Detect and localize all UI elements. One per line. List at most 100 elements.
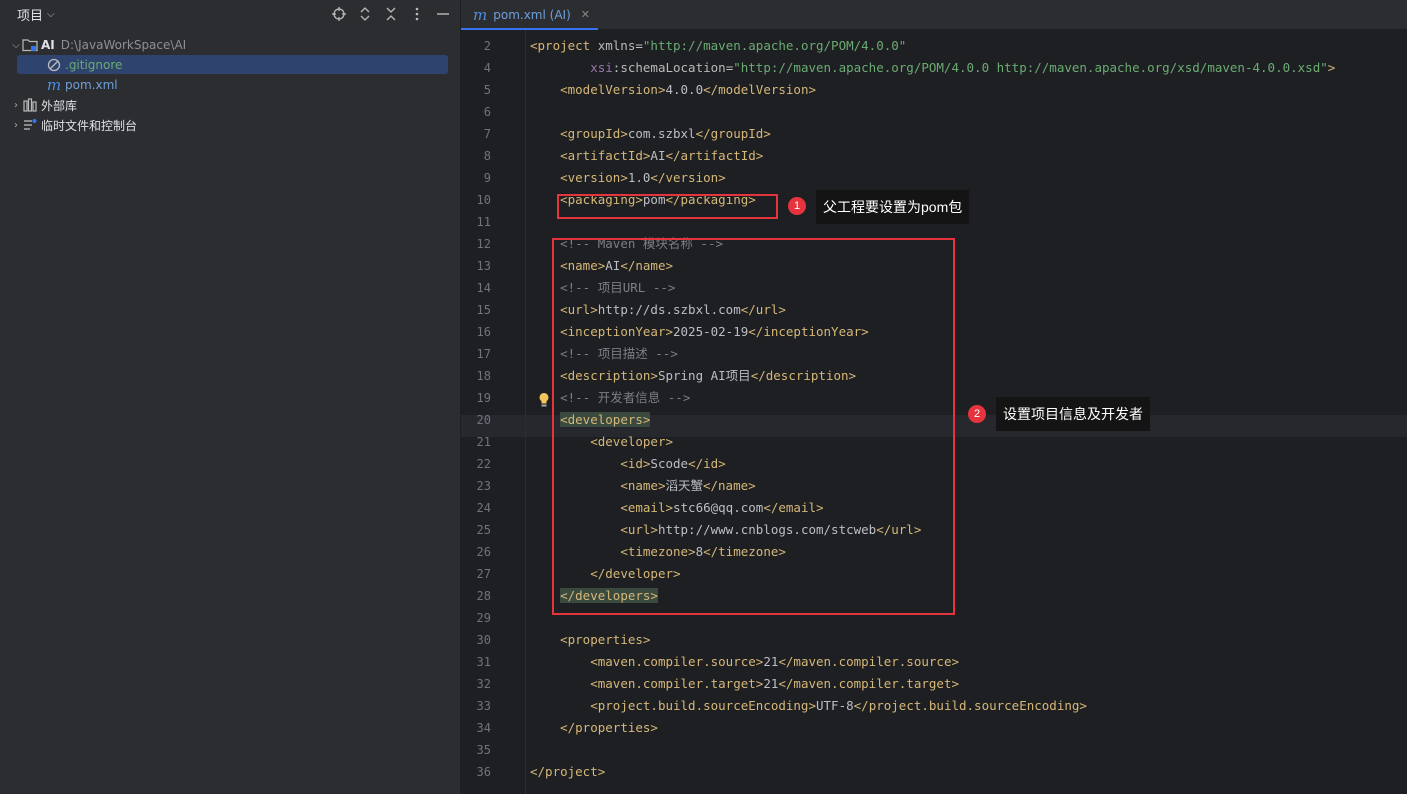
chevron-right-icon[interactable]: ›	[10, 120, 22, 131]
line-number: 4	[483, 61, 491, 75]
line-number: 27	[476, 567, 491, 581]
line-number: 11	[476, 215, 491, 229]
line-number: 9	[483, 171, 491, 185]
line-number: 20	[476, 413, 491, 427]
chevron-right-icon[interactable]: ›	[10, 100, 22, 111]
tree-item-label: .gitignore	[65, 58, 123, 72]
code-line[interactable]: 33 <project.build.sourceEncoding>UTF-8</…	[461, 695, 1407, 717]
chevron-down-icon[interactable]: ⌵	[10, 40, 22, 51]
line-number: 17	[476, 347, 491, 361]
line-number: 31	[476, 655, 491, 669]
line-number: 8	[483, 149, 491, 163]
tree-item-pom[interactable]: m pom.xml	[0, 75, 506, 95]
code-text: <properties>	[560, 632, 651, 647]
code-line[interactable]: 5 <modelVersion>4.0.0</modelVersion>	[461, 79, 1407, 101]
code-line[interactable]: 30 <properties>	[461, 629, 1407, 651]
tab-label: pom.xml (AI)	[493, 7, 571, 22]
code-line[interactable]: 8 <artifactId>AI</artifactId>	[461, 145, 1407, 167]
line-number: 36	[476, 765, 491, 779]
line-number: 26	[476, 545, 491, 559]
line-number: 29	[476, 611, 491, 625]
minimize-icon[interactable]	[430, 4, 456, 24]
tree-item-label: 外部库	[41, 98, 78, 113]
line-number: 23	[476, 479, 491, 493]
line-number: 34	[476, 721, 491, 735]
locate-icon[interactable]	[326, 4, 352, 24]
code-line[interactable]: 9 <version>1.0</version>	[461, 167, 1407, 189]
expand-all-icon[interactable]	[352, 4, 378, 24]
tree-item-label: 临时文件和控制台	[41, 118, 138, 133]
code-text: xsi:schemaLocation="http://maven.apache.…	[590, 60, 1336, 75]
line-number: 21	[476, 435, 491, 449]
annotation-note: 父工程要设置为pom包	[816, 190, 970, 224]
tree-item-external-libraries[interactable]: › 外部库	[0, 95, 470, 115]
line-number: 25	[476, 523, 491, 537]
library-icon	[22, 97, 38, 113]
tree-item-path: D:\JavaWorkSpace\AI	[60, 38, 187, 52]
tree-item-label: pom.xml	[65, 78, 118, 92]
module-folder-icon	[22, 37, 38, 53]
lightbulb-icon[interactable]	[538, 392, 550, 408]
annotation-box-packaging	[557, 194, 778, 219]
code-text: </properties>	[560, 720, 658, 735]
annotation-badge: 2	[968, 405, 986, 423]
line-number: 18	[476, 369, 491, 383]
code-text: <project xmlns="http://maven.apache.org/…	[530, 38, 907, 53]
line-number: 12	[476, 237, 491, 251]
project-title: 项目	[17, 9, 44, 24]
line-number: 22	[476, 457, 491, 471]
line-number: 30	[476, 633, 491, 647]
line-number: 7	[483, 127, 491, 141]
code-text: <groupId>com.szbxl</groupId>	[560, 126, 771, 141]
more-options-icon[interactable]	[404, 4, 430, 24]
close-icon[interactable]: ✕	[581, 8, 590, 21]
tree-item-gitignore[interactable]: .gitignore	[0, 55, 506, 75]
maven-icon: m	[473, 5, 488, 24]
code-line[interactable]: 35	[461, 739, 1407, 761]
chevron-down-icon: ⌵	[47, 9, 55, 20]
line-number: 32	[476, 677, 491, 691]
code-text: <project.build.sourceEncoding>UTF-8</pro…	[590, 698, 1087, 713]
line-number: 5	[483, 83, 491, 97]
tree-item-scratches[interactable]: › 临时文件和控制台	[0, 115, 470, 135]
code-line[interactable]: 6	[461, 101, 1407, 123]
scratches-icon	[22, 117, 38, 133]
editor-tabs: m pom.xml (AI) ✕	[461, 0, 1407, 30]
line-number: 16	[476, 325, 491, 339]
code-line[interactable]: 36 </project>	[461, 761, 1407, 783]
code-text: <artifactId>AI</artifactId>	[560, 148, 764, 163]
line-number: 35	[476, 743, 491, 757]
line-number: 28	[476, 589, 491, 603]
tree-item-label: AI	[41, 38, 55, 52]
ignore-file-icon	[46, 57, 62, 73]
code-line[interactable]: 34 </properties>	[461, 717, 1407, 739]
code-line[interactable]: 7 <groupId>com.szbxl</groupId>	[461, 123, 1407, 145]
code-text: </project>	[530, 764, 606, 779]
project-view-selector[interactable]: 项目 ⌵	[17, 5, 55, 24]
code-text: <modelVersion>4.0.0</modelVersion>	[560, 82, 816, 97]
code-line[interactable]: 32 <maven.compiler.target>21</maven.comp…	[461, 673, 1407, 695]
code-text: <maven.compiler.source>21</maven.compile…	[590, 654, 959, 669]
panel-toolbar	[326, 4, 456, 24]
annotation-note: 设置项目信息及开发者	[996, 397, 1150, 431]
maven-icon: m	[46, 76, 62, 94]
code-text: <maven.compiler.target>21</maven.compile…	[590, 676, 959, 691]
line-number: 33	[476, 699, 491, 713]
line-number: 13	[476, 259, 491, 273]
code-text: <version>1.0</version>	[560, 170, 726, 185]
line-number: 15	[476, 303, 491, 317]
line-number: 14	[476, 281, 491, 295]
code-line[interactable]: 2 <project xmlns="http://maven.apache.org…	[461, 35, 1407, 57]
code-line[interactable]: 31 <maven.compiler.source>21</maven.comp…	[461, 651, 1407, 673]
line-number: 6	[483, 105, 491, 119]
line-number: 19	[476, 391, 491, 405]
tree-item-project-ai[interactable]: ⌵ AI D:\JavaWorkSpace\AI	[0, 35, 470, 55]
collapse-all-icon[interactable]	[378, 4, 404, 24]
code-line[interactable]: 4 xsi:schemaLocation="http://maven.apach…	[461, 57, 1407, 79]
line-number: 24	[476, 501, 491, 515]
line-number: 10	[476, 193, 491, 207]
project-panel: 项目 ⌵ ⌵ AI D:\JavaWorkSpace\AI .gitignore…	[0, 0, 460, 794]
line-number: 2	[483, 39, 491, 53]
annotation-box-developers	[552, 238, 955, 615]
tab-pom-xml[interactable]: m pom.xml (AI) ✕	[461, 0, 598, 30]
